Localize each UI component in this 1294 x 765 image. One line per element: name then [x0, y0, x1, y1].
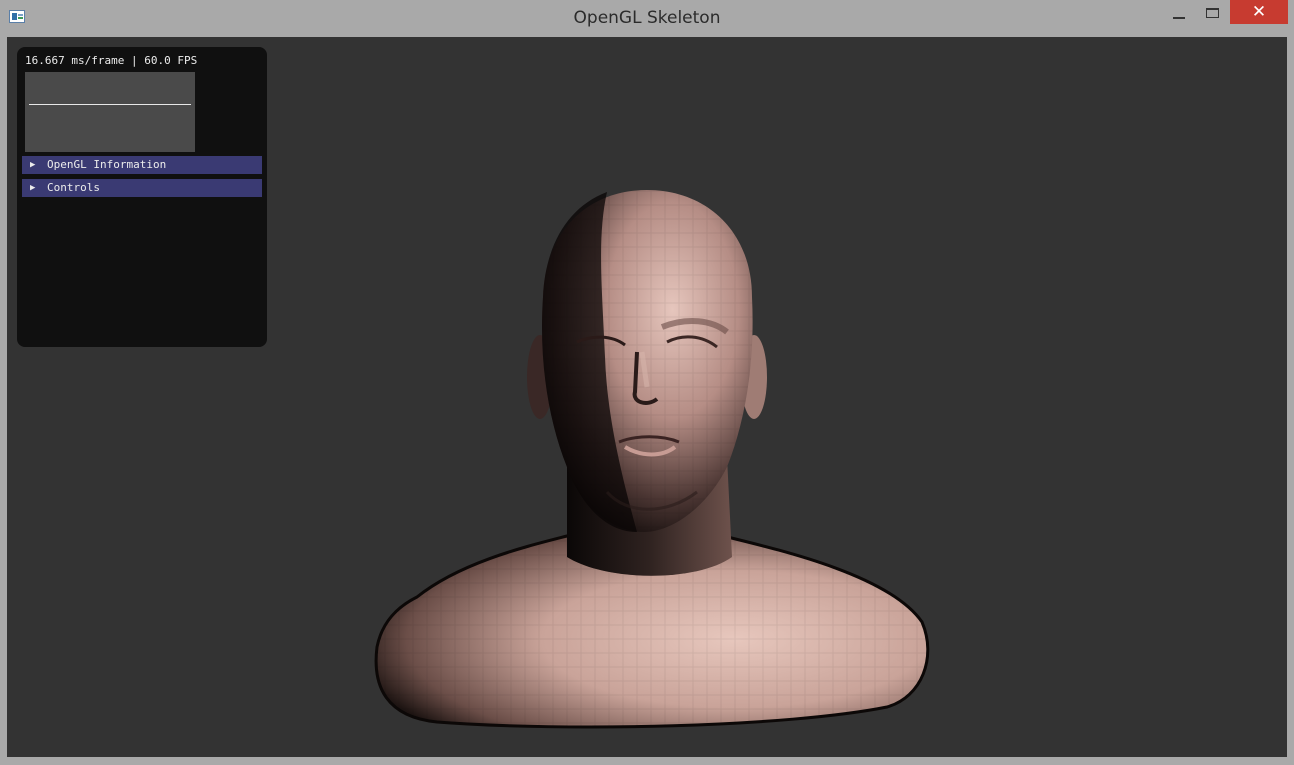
maximize-button[interactable] — [1197, 0, 1227, 26]
window-title: OpenGL Skeleton — [573, 8, 721, 28]
frame-time-graph — [25, 72, 195, 152]
opengl-information-header[interactable]: ▶ OpenGL Information — [22, 156, 262, 174]
expand-arrow-icon: ▶ — [30, 160, 36, 170]
controls-label: Controls — [47, 181, 100, 194]
title-bar[interactable]: OpenGL Skeleton ✕ — [0, 0, 1294, 36]
minimize-icon — [1173, 17, 1185, 19]
frame-time-readout: 16.667 ms/frame | 60.0 FPS — [25, 54, 198, 67]
minimize-button[interactable] — [1163, 0, 1195, 26]
expand-arrow-icon: ▶ — [30, 183, 36, 193]
opengl-information-label: OpenGL Information — [47, 158, 167, 171]
app-window: OpenGL Skeleton ✕ 16.667 ms/frame | 60.0… — [0, 0, 1294, 765]
frame-time-graph-line — [29, 104, 191, 105]
close-icon: ✕ — [1251, 2, 1267, 22]
debug-overlay-panel[interactable]: 16.667 ms/frame | 60.0 FPS ▶ OpenGL Info… — [17, 47, 267, 347]
gl-viewport[interactable]: 16.667 ms/frame | 60.0 FPS ▶ OpenGL Info… — [7, 37, 1287, 757]
close-button[interactable]: ✕ — [1230, 0, 1288, 24]
controls-header[interactable]: ▶ Controls — [22, 179, 262, 197]
maximize-icon — [1205, 8, 1219, 18]
